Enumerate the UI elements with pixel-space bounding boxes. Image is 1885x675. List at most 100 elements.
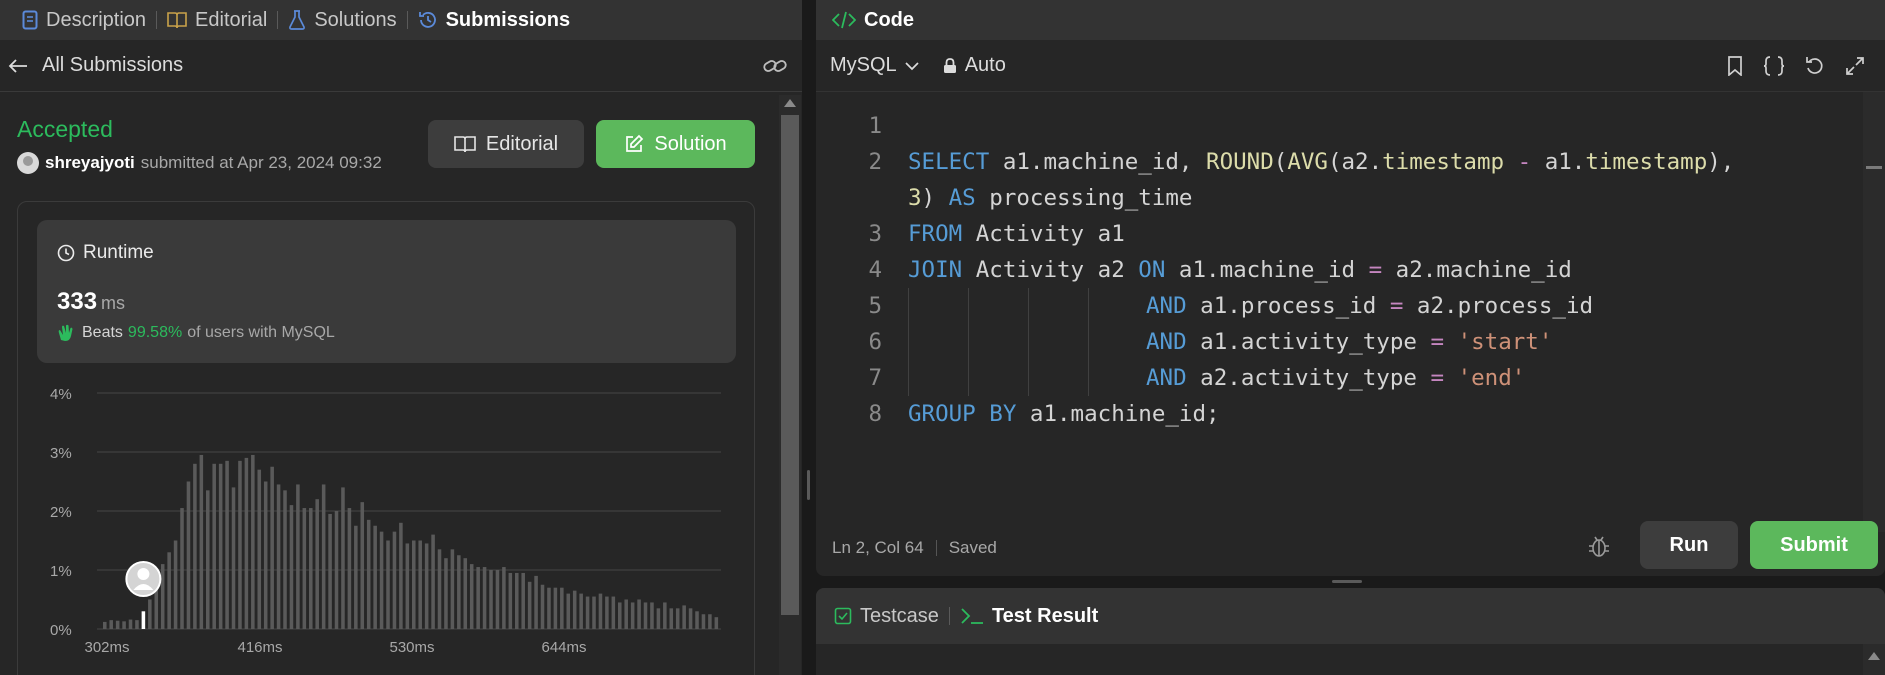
test-tab-bar: Testcase Test Result <box>816 588 1885 644</box>
indent-guide <box>968 324 969 360</box>
indent-guide <box>968 360 969 396</box>
chart-bar <box>283 490 287 629</box>
chart-bar <box>585 596 590 629</box>
chart-bar <box>675 608 680 629</box>
status-separator <box>935 540 937 556</box>
chart-bar <box>630 602 635 629</box>
chart-bar <box>238 460 242 629</box>
indent-guide <box>1028 324 1029 360</box>
code-text: FROM Activity a1 <box>908 221 1125 247</box>
chart-bar <box>392 531 397 629</box>
chart-bar <box>502 567 506 629</box>
chart-bar <box>206 490 210 629</box>
debug-bug-icon[interactable] <box>1588 534 1610 558</box>
code-text: AND a1.activity_type = 'start' <box>1146 329 1553 355</box>
run-button[interactable]: Run <box>1640 521 1738 569</box>
resize-grip[interactable] <box>807 470 810 500</box>
scrollbar-thumb[interactable] <box>781 115 799 615</box>
chart-bar <box>321 484 326 629</box>
expand-icon[interactable] <box>1845 56 1865 76</box>
code-line-wrap: 3) AS processing_time <box>816 180 1856 216</box>
code-text: AND a2.activity_type = 'end' <box>1146 365 1526 391</box>
left-scrollbar[interactable] <box>779 95 801 675</box>
horizontal-resize-handle[interactable] <box>816 576 1885 588</box>
chart-bar <box>173 540 178 629</box>
chart-bar <box>212 463 216 629</box>
chart-bar <box>135 620 139 629</box>
resize-grip[interactable] <box>1332 580 1362 583</box>
chart-x-tick: 530ms <box>389 639 434 656</box>
chart-bar <box>225 460 229 629</box>
chart-bar <box>618 602 622 629</box>
save-status: Saved <box>948 538 997 557</box>
language-select[interactable]: MySQL <box>830 54 919 77</box>
chart-bar <box>553 587 558 629</box>
chart-bar <box>405 543 410 629</box>
chart-bar <box>650 602 654 629</box>
test-scrollbar[interactable] <box>1863 644 1885 675</box>
auto-mode-toggle[interactable]: Auto <box>943 54 1006 77</box>
indent-guide <box>1088 360 1089 396</box>
chart-bar <box>399 522 403 629</box>
auto-label: Auto <box>964 54 1006 76</box>
chart-bar <box>180 508 184 629</box>
chart-bar <box>424 543 429 629</box>
chart-bar <box>109 620 113 629</box>
vertical-resize-handle[interactable] <box>802 0 816 675</box>
tab-testcase-label: Testcase <box>860 604 939 627</box>
lock-icon <box>943 57 956 73</box>
cursor-marker <box>1866 166 1882 169</box>
scroll-up-arrow[interactable] <box>784 99 796 107</box>
chart-bar <box>444 558 448 629</box>
submission-panel: Description Editorial Solutions Submissi… <box>0 0 802 675</box>
reset-icon[interactable] <box>1805 56 1825 76</box>
chart-bar <box>534 575 538 629</box>
line-number: 3 <box>868 221 882 247</box>
code-area[interactable]: 1 2 SELECT a1.machine_id, ROUND(AVG(a2.ti… <box>816 108 1856 432</box>
editor-scrollbar[interactable] <box>1863 92 1885 532</box>
chart-bar <box>160 564 165 629</box>
chart-bar <box>276 484 281 629</box>
chart-bar <box>521 572 525 629</box>
chart-bar <box>695 611 699 629</box>
tab-separator <box>948 607 950 625</box>
scroll-up-arrow[interactable] <box>1868 652 1880 660</box>
chart-bar <box>360 502 365 629</box>
chart-bar <box>128 619 133 629</box>
runtime-distribution-chart[interactable]: 0% 1% 2% 3% 4% 302ms 416ms 530ms 644ms <box>0 0 779 675</box>
tab-test-result-label: Test Result <box>991 604 1099 627</box>
chevron-down-icon <box>905 61 919 70</box>
indent-guide <box>908 360 909 396</box>
code-line: 4 JOIN Activity a2 ON a1.machine_id = a2.… <box>816 252 1856 288</box>
chart-bar <box>270 466 274 629</box>
bookmark-icon[interactable] <box>1727 55 1743 76</box>
chart-bar <box>386 540 390 629</box>
chart-bar <box>605 596 609 629</box>
tab-testcase[interactable]: Testcase <box>834 605 939 628</box>
test-panel: Testcase Test Result <box>816 588 1885 675</box>
indent-guide <box>1028 288 1029 324</box>
chart-bar <box>643 602 648 629</box>
line-number: 5 <box>868 293 882 319</box>
chart-bar <box>482 567 487 629</box>
submit-button[interactable]: Submit <box>1750 521 1878 569</box>
chart-bar <box>328 513 332 629</box>
chart-bar <box>257 469 262 629</box>
leetcode-workspace: Description Editorial Solutions Submissi… <box>0 0 1885 675</box>
code-text: 3) AS processing_time <box>908 185 1193 211</box>
line-number: 6 <box>868 329 882 355</box>
chart-bar <box>495 570 500 629</box>
chart-bar <box>302 508 307 629</box>
format-braces-icon[interactable] <box>1763 55 1785 76</box>
chart-bar <box>122 621 126 629</box>
tab-test-result[interactable]: Test Result <box>960 605 1098 628</box>
chart-bar <box>515 572 519 629</box>
chart-bar <box>373 525 377 629</box>
chart-bar <box>218 463 223 629</box>
chart-bar <box>296 484 300 629</box>
chart-bar <box>579 593 583 629</box>
chart-bar <box>624 599 628 629</box>
line-number: 8 <box>868 401 882 427</box>
avatar-head-icon <box>137 568 150 580</box>
chart-bar <box>199 454 204 629</box>
